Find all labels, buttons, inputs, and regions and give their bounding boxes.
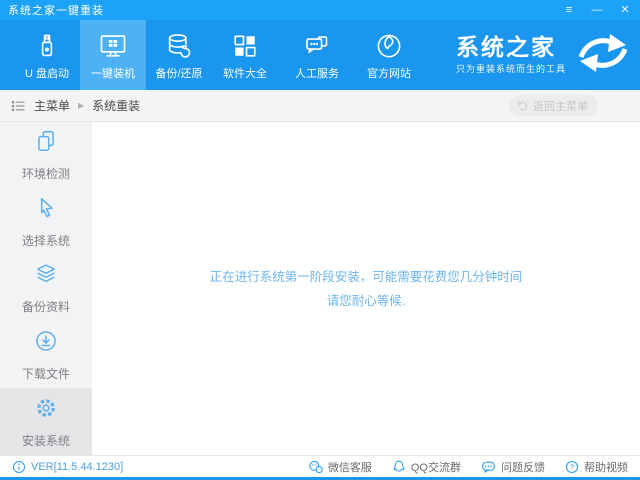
breadcrumb-root[interactable]: 主菜单 <box>34 97 70 114</box>
layers-icon <box>33 261 59 292</box>
sidebar-item-label: 安装系统 <box>22 432 70 449</box>
close-icon[interactable]: ✕ <box>618 5 632 16</box>
sidebar-item-backup-data[interactable]: 备份资料 <box>0 255 92 322</box>
minimize-icon[interactable]: — <box>590 5 604 16</box>
main-content: 正在进行系统第一阶段安装，可能需要花费您几分钟时间 请您耐心等候. <box>92 122 640 455</box>
sidebar-item-download-files[interactable]: 下载文件 <box>0 322 92 389</box>
nav-item-human-service[interactable]: 人工服务 <box>284 20 350 90</box>
sidebar-item-label: 选择系统 <box>22 232 70 249</box>
qq-icon <box>392 459 406 474</box>
breadcrumb-separator-icon: ▶ <box>78 101 84 110</box>
brand: 系统之家 只为重装系统而生的工具 <box>456 20 640 90</box>
titlebar: 系统之家一键重装 ≡ — ✕ <box>0 0 640 20</box>
window-title: 系统之家一键重装 <box>8 2 104 18</box>
sidebar-item-label: 环境检测 <box>22 165 70 182</box>
version-info: VER[11.5.44.1230] <box>12 460 123 474</box>
nav-item-label: 官方网站 <box>367 65 411 81</box>
nav-item-usb-boot[interactable]: U 盘启动 <box>14 20 80 90</box>
footer-link-label: 问题反馈 <box>501 459 545 475</box>
globe-icon <box>374 30 404 62</box>
help-circle-icon: ? <box>565 460 579 474</box>
back-to-main-menu-button[interactable]: 返回主菜单 <box>509 95 598 116</box>
wechat-support-link[interactable]: 微信客服 <box>308 459 372 475</box>
nav-item-label: 备份/还原 <box>155 65 202 81</box>
chat-service-icon <box>302 30 332 62</box>
version-text: VER[11.5.44.1230] <box>31 461 123 473</box>
main-nav: U 盘启动 一键装机 <box>0 20 640 90</box>
install-progress-message-line2: 请您耐心等候. <box>327 289 405 313</box>
footer-link-label: 微信客服 <box>328 459 372 475</box>
info-icon <box>12 460 26 474</box>
nav-item-backup-restore[interactable]: 备份/还原 <box>146 20 212 90</box>
menu-list-icon <box>10 98 26 114</box>
monitor-windows-icon <box>98 30 128 62</box>
footer-link-label: 帮助视频 <box>584 459 628 475</box>
sidebar-item-label: 备份资料 <box>22 298 70 315</box>
sidebar-item-label: 下载文件 <box>22 365 70 382</box>
brand-tagline: 只为重装系统而生的工具 <box>456 62 566 75</box>
app-window: 系统之家一键重装 ≡ — ✕ U 盘启动 <box>0 0 640 480</box>
brand-name: 系统之家 <box>456 35 566 60</box>
nav-item-label: 一键装机 <box>91 65 135 81</box>
back-button-label: 返回主菜单 <box>533 98 588 114</box>
status-bar: VER[11.5.44.1230] 微信客服 QQ交流群 <box>0 455 640 477</box>
feedback-bubble-icon <box>481 460 496 474</box>
nav-item-label: 软件大全 <box>223 65 267 81</box>
svg-text:?: ? <box>570 462 574 471</box>
usb-drive-icon <box>32 30 62 62</box>
sidebar-item-select-system[interactable]: 选择系统 <box>0 189 92 256</box>
breadcrumb-current: 系统重装 <box>92 97 140 114</box>
gear-icon <box>33 395 59 426</box>
qq-group-link[interactable]: QQ交流群 <box>392 459 461 475</box>
feedback-link[interactable]: 问题反馈 <box>481 459 545 475</box>
nav-item-software-center[interactable]: 软件大全 <box>212 20 278 90</box>
cursor-icon <box>33 195 59 226</box>
nav-item-label: 人工服务 <box>295 65 339 81</box>
wechat-icon <box>308 460 323 474</box>
database-restore-icon <box>164 30 194 62</box>
menu-icon[interactable]: ≡ <box>562 5 576 16</box>
apps-grid-icon <box>230 30 260 62</box>
pages-icon <box>33 128 59 159</box>
download-circle-icon <box>33 328 59 359</box>
step-sidebar: 环境检测 选择系统 备份资料 <box>0 122 92 455</box>
nav-item-one-key-install[interactable]: 一键装机 <box>80 20 146 90</box>
nav-item-label: U 盘启动 <box>25 65 69 81</box>
swap-arrows-logo-icon <box>568 32 638 79</box>
breadcrumb: 主菜单 ▶ 系统重装 返回主菜单 <box>0 90 640 122</box>
undo-arrow-icon <box>516 99 529 112</box>
help-videos-link[interactable]: ? 帮助视频 <box>565 459 628 475</box>
install-progress-message-line1: 正在进行系统第一阶段安装，可能需要花费您几分钟时间 <box>210 265 523 289</box>
footer-link-label: QQ交流群 <box>411 459 461 475</box>
sidebar-item-env-check[interactable]: 环境检测 <box>0 122 92 189</box>
nav-item-official-site[interactable]: 官方网站 <box>356 20 422 90</box>
sidebar-item-install-system[interactable]: 安装系统 <box>0 388 92 455</box>
